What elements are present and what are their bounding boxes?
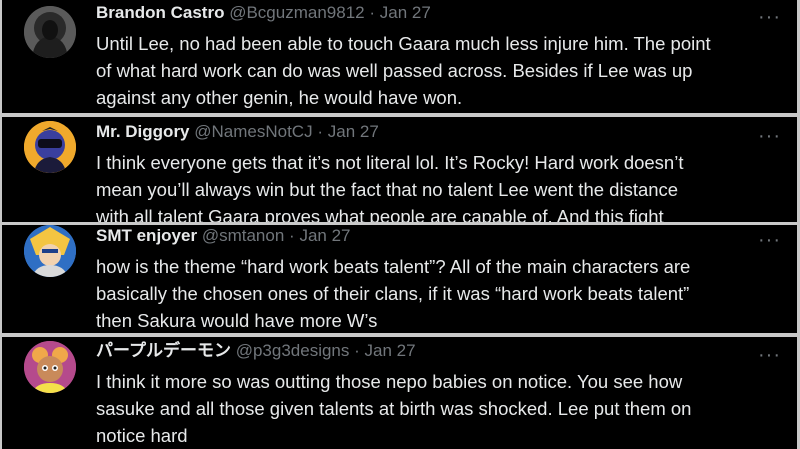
tweet-header: パープルデーモン @p3g3designs · Jan 27 — [96, 341, 416, 361]
tweet-text-line: I think it more so was outting those nep… — [96, 371, 683, 392]
hooded-figure-avatar-image — [24, 6, 76, 58]
tweet-date[interactable]: Jan 27 — [380, 3, 431, 22]
tweet-card[interactable]: パープルデーモン @p3g3designs · Jan 27 ··· I thi… — [2, 337, 797, 449]
tweet-date[interactable]: Jan 27 — [299, 226, 350, 245]
screenshot-frame: Brandon Castro @Bcguzman9812 · Jan 27 ··… — [0, 0, 800, 449]
tweet-text: I think everyone gets that it’s not lite… — [96, 149, 683, 222]
author-handle[interactable]: @smtanon — [202, 226, 284, 245]
tweet-text-line: how is the theme “hard work beats talent… — [96, 256, 691, 277]
tweet-date[interactable]: Jan 27 — [365, 341, 416, 360]
tweet-text: how is the theme “hard work beats talent… — [96, 253, 690, 333]
tweet-header: SMT enjoyer @smtanon · Jan 27 — [96, 226, 350, 246]
tweet-text: Until Lee, no had been able to touch Gaa… — [96, 30, 711, 111]
tweet-text-line: basically the chosen ones of their clans… — [96, 283, 690, 304]
avatar[interactable] — [24, 6, 76, 58]
author-handle[interactable]: @Bcguzman9812 — [229, 3, 364, 22]
author-name[interactable]: Mr. Diggory — [96, 122, 190, 141]
author-handle[interactable]: @NamesNotCJ — [194, 122, 312, 141]
avatar[interactable] — [24, 341, 76, 393]
tweet-text-line: of what hard work can do was well passed… — [96, 60, 693, 81]
separator-dot: · — [354, 341, 360, 360]
tweet-text-line: I think everyone gets that it’s not lite… — [96, 152, 684, 173]
tweet-card[interactable]: SMT enjoyer @smtanon · Jan 27 ··· how is… — [2, 225, 797, 333]
tweet-text: I think it more so was outting those nep… — [96, 368, 691, 449]
tweet-header: Brandon Castro @Bcguzman9812 · Jan 27 — [96, 3, 431, 23]
more-options-icon[interactable]: ··· — [758, 126, 781, 146]
purple-demon-avatar-image — [24, 341, 76, 393]
more-options-icon[interactable]: ··· — [758, 230, 781, 250]
tweet-text-line: notice hard — [96, 425, 188, 446]
author-name[interactable]: SMT enjoyer — [96, 226, 197, 245]
tweet-text-line: mean you’ll always win but the fact that… — [96, 179, 679, 200]
tweet-text-line: sasuke and all those given talents at bi… — [96, 398, 692, 419]
author-name[interactable]: パープルデーモン — [96, 341, 231, 360]
author-handle[interactable]: @p3g3designs — [236, 341, 350, 360]
separator-dot: · — [289, 226, 295, 245]
tweet-text-line: Until Lee, no had been able to touch Gaa… — [96, 33, 711, 54]
avatar[interactable] — [24, 121, 76, 173]
anime-character-avatar-image — [24, 225, 76, 277]
separator-dot: · — [317, 122, 323, 141]
separator-dot: · — [369, 3, 376, 22]
cartoon-character-avatar-image — [24, 121, 76, 173]
more-options-icon[interactable]: ··· — [758, 345, 781, 365]
tweet-card[interactable]: Brandon Castro @Bcguzman9812 · Jan 27 ··… — [2, 0, 797, 113]
avatar[interactable] — [24, 225, 76, 277]
author-name[interactable]: Brandon Castro — [96, 3, 224, 22]
tweet-text-line: with all talent Gaara proves what people… — [96, 206, 664, 222]
tweet-text-line: against any other genin, he would have w… — [96, 87, 463, 108]
more-options-icon[interactable]: ··· — [758, 7, 781, 27]
tweet-text-line: then Sakura would have more W’s — [96, 310, 378, 331]
tweet-header: Mr. Diggory @NamesNotCJ · Jan 27 — [96, 122, 379, 142]
tweet-date[interactable]: Jan 27 — [328, 122, 379, 141]
tweet-card[interactable]: Mr. Diggory @NamesNotCJ · Jan 27 ··· I t… — [2, 117, 797, 222]
